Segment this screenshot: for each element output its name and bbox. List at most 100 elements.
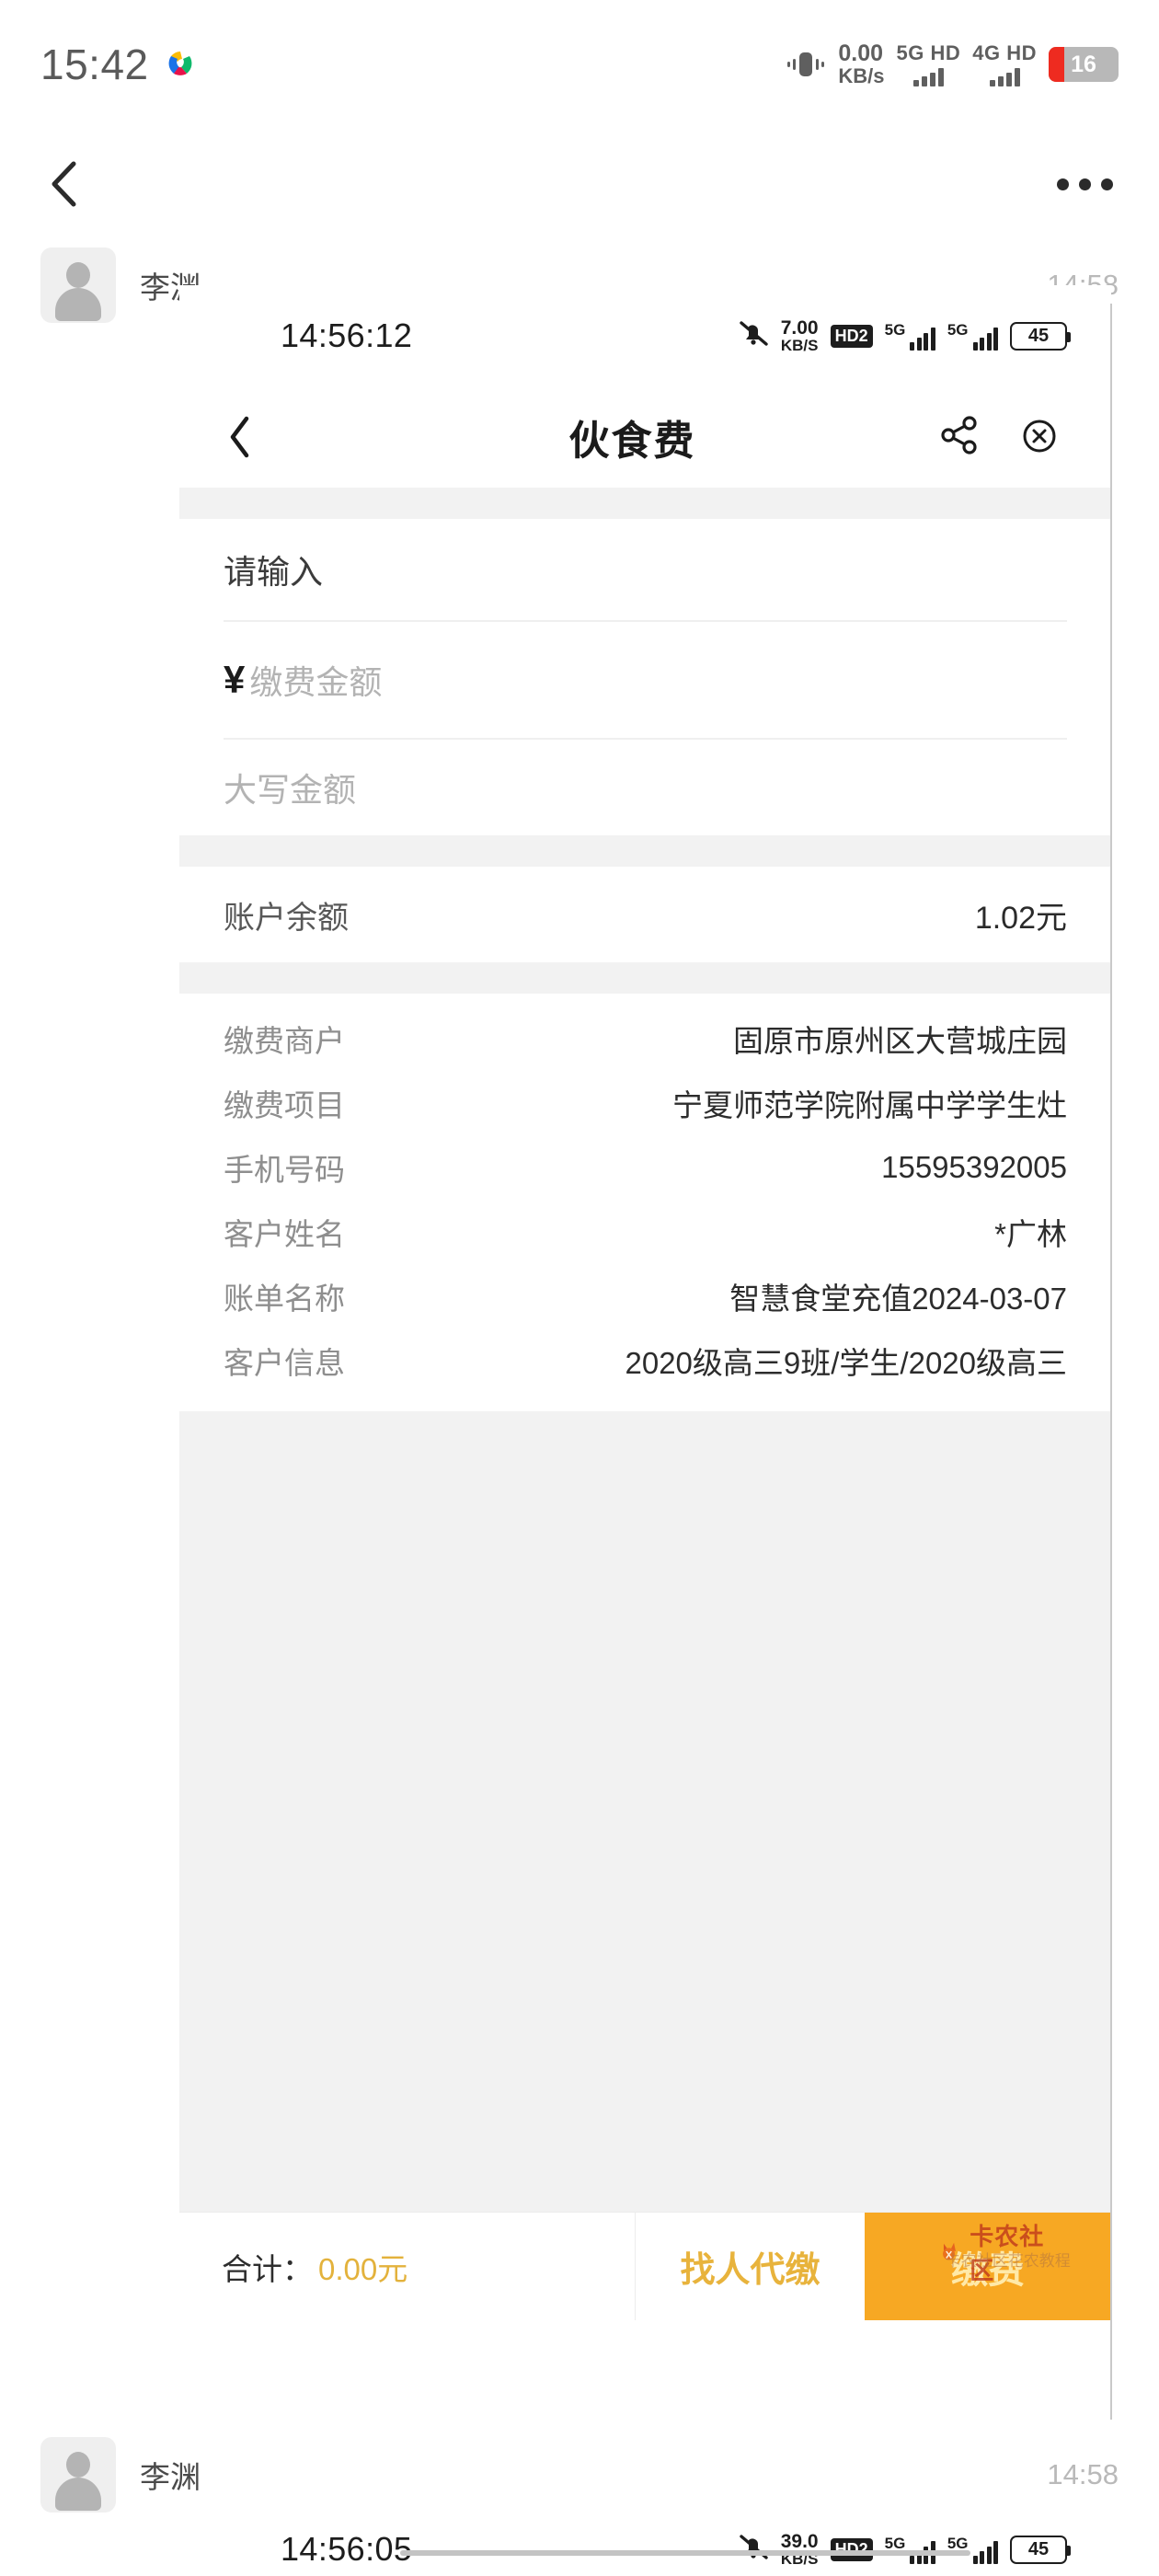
inner-network-speed: 7.00 KB/S (781, 318, 819, 353)
order-details: 缴费商户 固原市原州区大营城庄园 缴费项目 宁夏师范学院附属中学学生灶 手机号码… (179, 994, 1111, 1411)
next-embedded-screenshot[interactable]: 14:56:05 39.0 KB/S HD2 5G 5G 45 (179, 2521, 1111, 2576)
payment-form: 请输入 ¥ 缴费金额 大写金额 (179, 519, 1111, 835)
status-bar: 15:42 0.00 KB/s 5G HD 4G HD 16 (0, 0, 1159, 129)
table-row: 手机号码 15595392005 (224, 1135, 1067, 1200)
peek-speed-value: 39.0 (780, 2531, 819, 2552)
section-divider-2 (179, 835, 1111, 867)
total-label: 合计： (222, 2251, 313, 2286)
inner-sim1-signal: 5G (885, 321, 935, 351)
peek-clock: 14:56:05 (281, 2530, 413, 2568)
amount-input-placeholder[interactable]: 缴费金额 (249, 656, 382, 704)
total-amount-cell: 合计： 0.00元 (179, 2213, 635, 2320)
chat-sender-name: 李渊 (140, 2460, 201, 2494)
balance-label: 账户余额 (224, 900, 349, 936)
chat-timestamp: 14:58 (1047, 2458, 1119, 2490)
peek-battery-level: 45 (1027, 2538, 1050, 2559)
inner-sim1-bars-icon (910, 327, 935, 351)
detail-value: 宁夏师范学院附属中学学生灶 (672, 1088, 1067, 1122)
inner-status-clock: 14:56:12 (281, 316, 413, 354)
account-balance-section: 账户余额 1.02元 (179, 867, 1111, 962)
bottom-action-bar: 合计： 0.00元 找人代缴 缴费 卡农社区 卡农社区花农教程 (179, 2212, 1111, 2320)
detail-label: 账单名称 (224, 1282, 345, 1316)
phone-screen: 15:42 0.00 KB/s 5G HD 4G HD 16 李渊 14:56:… (0, 0, 1159, 2576)
inner-status-bar: 14:56:12 7.00 KB/S HD2 5G 5G 45 (179, 285, 1111, 386)
more-horizontal-icon[interactable] (1057, 178, 1113, 190)
inner-battery-level: 45 (1027, 325, 1050, 346)
empty-content-area (179, 1411, 1111, 2212)
inner-speed-value: 7.00 (780, 317, 819, 339)
inner-sim1-label: 5G (884, 321, 906, 339)
detail-value: 智慧食堂充值2024-03-07 (729, 1282, 1067, 1316)
peek-sim1-signal: 5G (885, 2535, 935, 2564)
bell-muted-icon (738, 319, 769, 353)
network-speed-value: 0.00 (838, 40, 884, 67)
network-speed-unit: KB/s (838, 63, 885, 87)
page-header: 伙食费 (179, 386, 1111, 488)
table-row: 客户信息 2020级高三9班/学生/2020级高三 (224, 1328, 1067, 1393)
status-clock: 15:42 (40, 40, 149, 88)
yen-symbol-icon: ¥ (224, 658, 245, 701)
peek-network-speed: 39.0 KB/S (781, 2532, 819, 2567)
find-proxy-payer-button[interactable]: 找人代缴 (635, 2213, 865, 2320)
section-divider (179, 488, 1111, 519)
capital-amount-row: 大写金额 (224, 740, 1067, 835)
peek-sim2-signal: 5G (947, 2535, 998, 2564)
total-amount: 0.00元 (318, 2251, 408, 2286)
peek-status-bar: 14:56:05 39.0 KB/S HD2 5G 5G 45 (179, 2521, 1111, 2569)
peek-bell-muted-icon (738, 2533, 769, 2567)
name-input-row[interactable]: 请输入 (224, 519, 1067, 622)
table-row: 缴费项目 宁夏师范学院附属中学学生灶 (224, 1071, 1067, 1135)
inner-sim2-signal: 5G (947, 321, 998, 351)
table-row: 缴费商户 固原市原州区大营城庄园 (224, 1006, 1067, 1071)
network-speed: 0.00 KB/s (838, 42, 884, 86)
sim2-bars-icon (989, 66, 1020, 86)
balance-row: 账户余额 1.02元 (224, 867, 1067, 962)
detail-value: 15595392005 (881, 1150, 1067, 1184)
battery-level: 16 (1071, 51, 1096, 77)
peek-hd-badge: HD2 (830, 2537, 873, 2561)
detail-value: *广林 (994, 1217, 1067, 1251)
watermark-subtext: 卡农社区花农教程 (945, 2252, 1071, 2270)
detail-label: 客户姓名 (224, 1217, 345, 1251)
avatar (40, 2437, 116, 2513)
table-row: 账单名称 智慧食堂充值2024-03-07 (224, 1264, 1067, 1328)
capital-amount-label: 大写金额 (224, 771, 357, 809)
table-row: 客户姓名 *广林 (224, 1200, 1067, 1264)
sim2-signal: 4G HD (972, 40, 1037, 86)
back-button[interactable] (46, 158, 88, 210)
inner-back-button[interactable] (225, 414, 327, 460)
colorful-s-icon (164, 48, 197, 81)
share-nodes-icon[interactable] (938, 414, 981, 461)
inner-status-right: 7.00 KB/S HD2 5G 5G 45 (738, 318, 1071, 353)
header-actions (938, 413, 1061, 462)
peek-battery-icon: 45 (1010, 2535, 1071, 2564)
sim2-label: 4G HD (972, 40, 1037, 64)
detail-label: 缴费项目 (224, 1088, 345, 1122)
sim1-label: 5G HD (896, 40, 961, 64)
inner-speed-unit: KB/S (780, 337, 819, 354)
hd-badge: HD2 (830, 324, 873, 348)
pay-button[interactable]: 缴费 卡农社区 卡农社区花农教程 (865, 2213, 1111, 2320)
sim1-bars-icon (912, 66, 944, 86)
vibrate-icon (786, 48, 826, 81)
app-nav-bar (0, 129, 1159, 239)
peek-progress-line (400, 2550, 970, 2556)
peek-sim2-bars-icon (972, 2540, 998, 2564)
inner-sim2-bars-icon (972, 327, 998, 351)
circle-x-icon[interactable] (1017, 413, 1061, 462)
list-item[interactable]: 李渊 14:58 (0, 2420, 1159, 2530)
balance-value: 1.02元 (974, 900, 1067, 936)
detail-value: 固原市原州区大营城庄园 (733, 1024, 1067, 1058)
amount-input-row[interactable]: ¥ 缴费金额 (224, 622, 1067, 740)
status-bar-left: 15:42 (40, 40, 197, 89)
status-bar-right: 0.00 KB/s 5G HD 4G HD 16 (786, 42, 1119, 86)
battery-fill (1049, 47, 1064, 82)
detail-value: 2020级高三9班/学生/2020级高三 (625, 1346, 1067, 1380)
inner-sim2-label: 5G (947, 321, 969, 339)
embedded-screenshot[interactable]: 14:56:12 7.00 KB/S HD2 5G 5G 45 伙食费 请输入 … (179, 285, 1111, 2364)
sim1-signal: 5G HD (896, 40, 961, 86)
section-divider-3 (179, 962, 1111, 994)
detail-label: 手机号码 (224, 1153, 345, 1187)
inner-battery-icon: 45 (1010, 321, 1071, 351)
name-input-placeholder[interactable]: 请输入 (224, 546, 323, 593)
